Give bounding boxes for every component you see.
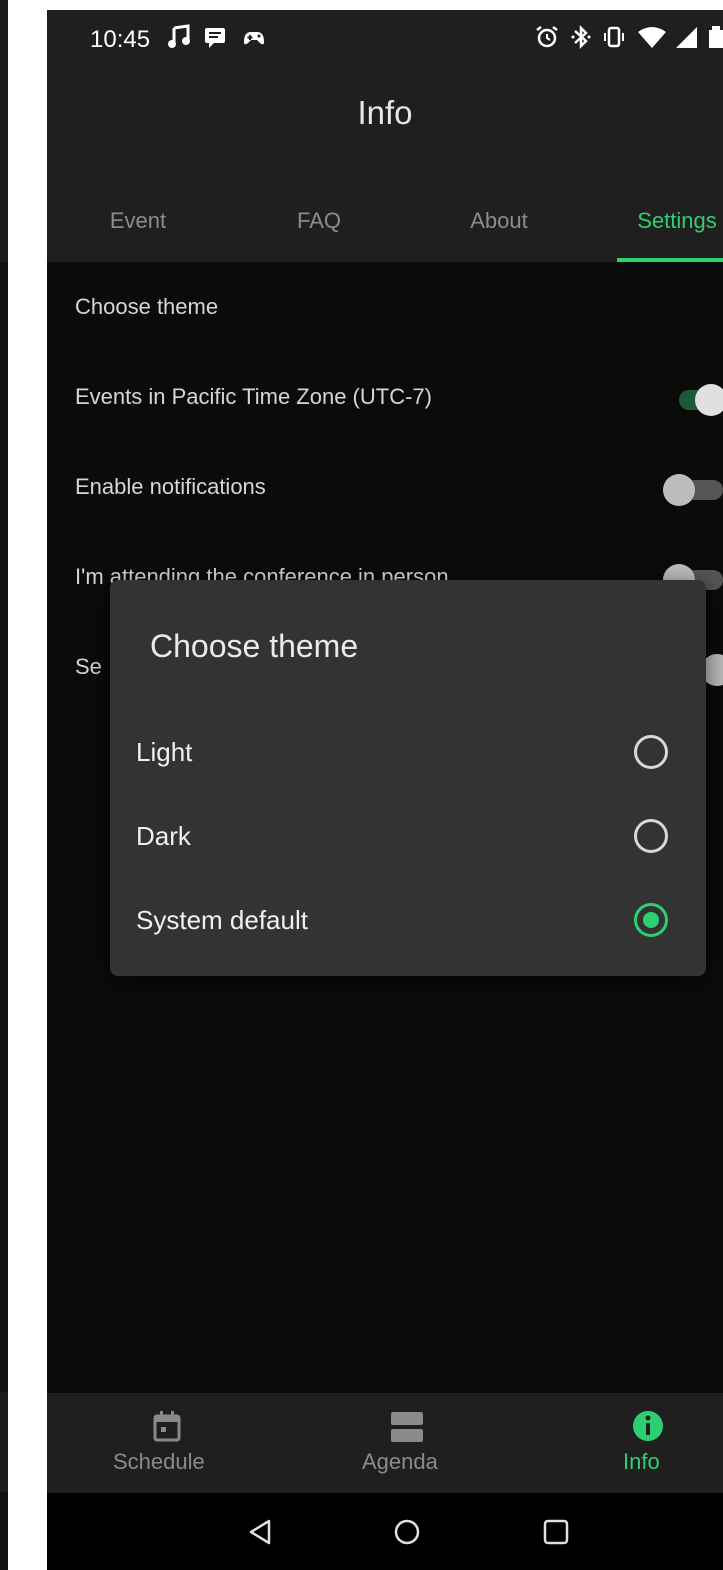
agenda-icon [391,1412,423,1442]
setting-partial-label: Se [75,654,102,679]
nav-schedule[interactable]: Schedule [107,1393,227,1493]
bluetooth-icon [571,24,591,50]
tab-settings[interactable]: Settings [597,180,723,262]
setting-notifications-label: Enable notifications [75,474,266,499]
battery-icon [709,26,723,48]
back-icon[interactable] [245,1517,275,1547]
background-app-edge [0,0,8,1570]
bottom-navigation: Schedule Agenda Info [47,1393,723,1493]
status-bar: 10:45 [47,10,723,70]
recents-icon[interactable] [541,1517,571,1547]
calendar-icon [153,1411,181,1442]
vibrate-icon [604,26,624,48]
option-label: Dark [136,820,191,851]
radio-dot [643,912,659,928]
music-note-icon [168,24,190,48]
nav-label-info: Info [623,1449,660,1474]
nav-label-agenda: Agenda [362,1449,438,1474]
radio-unchecked-icon[interactable] [634,819,668,853]
nav-info[interactable]: Info [587,1393,707,1493]
setting-pacific-time-label: Events in Pacific Time Zone (UTC-7) [75,384,432,409]
nav-agenda[interactable]: Agenda [347,1393,467,1493]
option-label: Light [136,736,193,767]
phone-screen: 10:45 Info Event FAQ About Settings Choo… [47,10,723,1570]
tab-faq[interactable]: FAQ [229,180,409,262]
alarm-icon [536,26,558,48]
message-icon [205,28,225,48]
option-label: System default [136,904,308,935]
system-navigation-bar [47,1493,723,1570]
tab-bar: Event FAQ About Settings [47,180,723,262]
theme-dialog: Choose theme Light Dark System default [110,580,706,976]
radio-checked-icon[interactable] [634,903,668,937]
theme-option-light[interactable]: Light [110,710,706,794]
home-icon[interactable] [392,1517,422,1547]
toggle-thumb [663,474,695,506]
tab-event[interactable]: Event [47,180,229,262]
page-title: Info [357,94,413,131]
toggle-thumb [695,384,723,416]
background-edge-header [0,0,8,262]
wifi-icon [638,27,666,48]
background-edge-footer [0,1392,8,1492]
radio-unchecked-icon[interactable] [634,735,668,769]
tab-about[interactable]: About [409,180,589,262]
info-icon [633,1411,663,1441]
status-time: 10:45 [90,26,151,53]
theme-option-system-default[interactable]: System default [110,878,706,962]
signal-icon [676,27,697,48]
theme-option-dark[interactable]: Dark [110,794,706,878]
setting-choose-theme[interactable]: Choose theme [75,294,218,320]
dialog-title: Choose theme [150,628,359,664]
app-bar: 10:45 Info Event FAQ About Settings [47,10,723,262]
game-controller-icon [244,32,264,45]
nav-label-schedule: Schedule [113,1449,205,1474]
